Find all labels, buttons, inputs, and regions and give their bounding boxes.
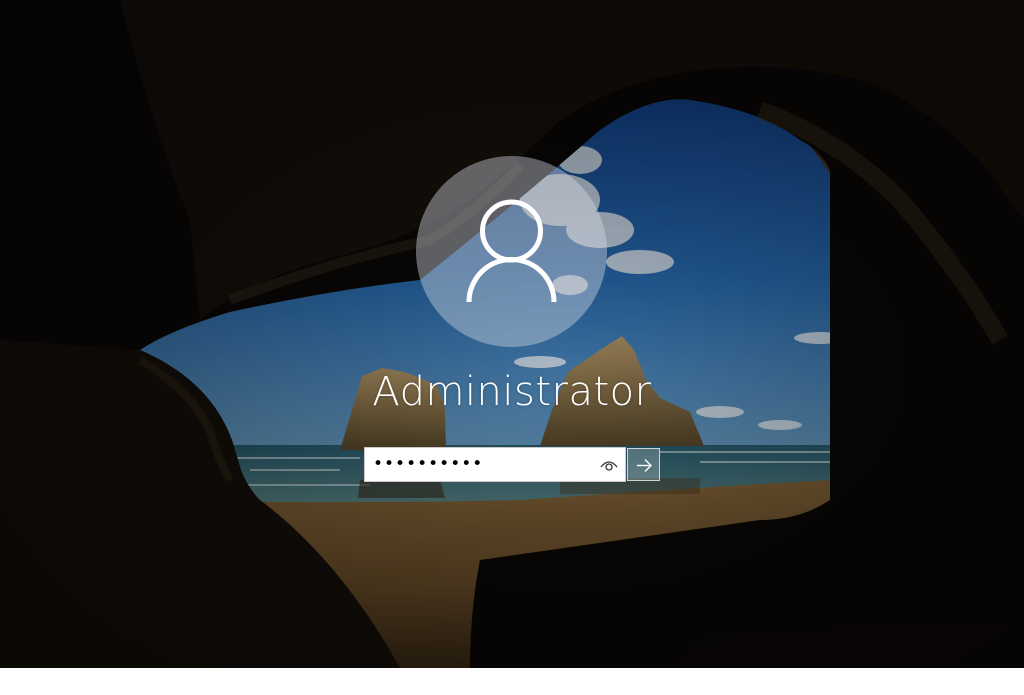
password-row: •••••••••• <box>364 447 660 482</box>
arrow-right-icon <box>637 459 652 472</box>
reveal-password-button[interactable] <box>595 451 623 478</box>
password-masked-value: •••••••••• <box>373 454 484 474</box>
eye-icon <box>600 461 618 471</box>
submit-button[interactable] <box>627 448 660 481</box>
lock-screen: Administrator •••••••••• <box>0 0 1024 668</box>
bottom-blank-strip <box>0 668 1024 695</box>
user-avatar <box>416 156 607 347</box>
user-silhouette-icon <box>466 199 557 303</box>
username-label: Administrator <box>372 369 652 415</box>
password-input[interactable]: •••••••••• <box>364 447 626 482</box>
